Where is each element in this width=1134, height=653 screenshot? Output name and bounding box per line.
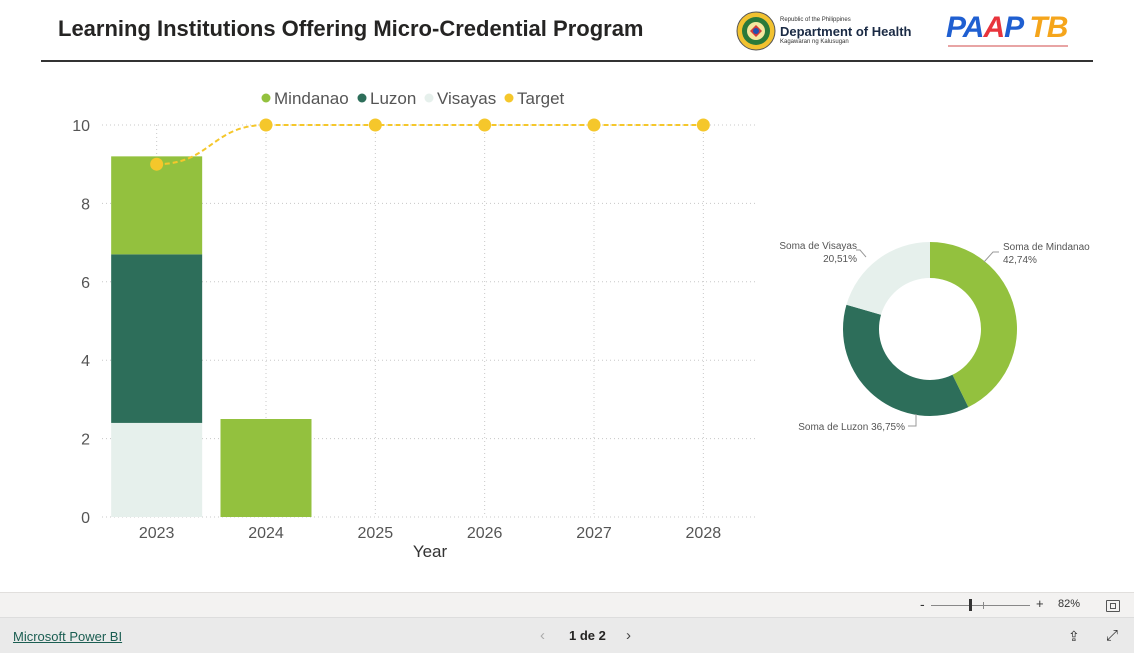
y-tick-label: 10 [72,118,90,135]
donut-label-luzon: Soma de Luzon 36,75% [798,422,905,433]
zoom-out-button[interactable]: - [920,596,925,612]
zoom-slider-thumb[interactable] [969,599,972,611]
chevron-left-icon[interactable]: ‹ [540,627,545,644]
powerbi-footer: Microsoft Power BI ‹ 1 de 2 › ⇪ ⤢ [0,617,1134,653]
legend-marker-luzon [357,93,367,103]
donut-label-visayas: Soma de Visayas [780,241,857,252]
legend-label-luzon: Luzon [370,89,416,108]
doh-country-text: Republic of the Philippines [780,17,851,23]
target-point [696,118,710,132]
target-point [368,118,382,132]
y-tick-label: 4 [81,353,90,370]
zoom-value: 82% [1058,598,1081,610]
doh-logo: Republic of the Philippines Department o… [736,11,928,53]
bar-visayas [111,422,203,517]
target-point [150,157,164,171]
x-tick-label: 2026 [467,525,503,542]
x-tick-label: 2023 [139,525,175,542]
chevron-right-icon[interactable]: › [626,627,631,644]
paap-tb-logo: PAAP TB [946,11,1070,51]
leader-line-mindanao [983,251,999,263]
x-tick-label: 2025 [358,525,394,542]
share-icon[interactable]: ⇪ [1068,628,1080,645]
target-point [259,118,273,132]
y-tick-label: 8 [81,196,90,213]
y-tick-label: 0 [81,510,90,527]
x-tick-label: 2027 [576,525,612,542]
doh-seal-icon [736,11,776,51]
zoom-slider-tick [983,602,984,609]
expand-icon[interactable]: ⤢ [1106,627,1118,644]
report-header: Learning Institutions Offering Micro-Cre… [0,0,1134,62]
paap-tb-wordmark: PAAP TB [946,11,1068,44]
legend-marker-mindanao [261,93,271,103]
x-tick-label: 2024 [248,525,284,542]
donut-slice-visayas [846,242,930,315]
page-title: Learning Institutions Offering Micro-Cre… [58,16,644,41]
paap-tagline-line [948,45,1068,47]
legend-label-visayas: Visayas [437,89,496,108]
bar-mindanao [220,419,312,517]
zoom-bar: - + 82% [0,592,1134,618]
legend-marker-target [504,93,514,103]
target-point [478,118,492,132]
y-tick-label: 2 [81,432,90,449]
legend-marker-visayas [424,93,434,103]
donut-pct-mindanao: 42,74% [1003,255,1037,266]
fit-to-page-icon[interactable] [1106,600,1120,612]
donut-chart: Soma de Mindanao 42,74% Soma de Visayas 20,… [780,241,1090,433]
donut-slice-luzon [843,304,969,417]
target-line [156,123,704,166]
leader-line-visayas [856,249,867,258]
doh-wordmark: Republic of the Philippines Department o… [780,17,911,46]
zoom-in-button[interactable]: + [1036,596,1044,611]
zoom-slider-track[interactable] [931,605,1030,606]
bar-mindanao [111,156,203,255]
x-axis-title: Year [413,542,448,561]
page-indicator: 1 de 2 [569,628,606,643]
donut-label-mindanao: Soma de Mindanao [1003,242,1090,253]
doh-subtitle-text: Kagawaran ng Kalusugan [780,39,849,45]
bar-luzon [111,254,203,423]
legend-label-target: Target [517,89,565,108]
x-tick-label: 2028 [686,525,722,542]
donut-pct-visayas: 20,51% [823,254,857,265]
leader-line-luzon [908,414,917,427]
y-tick-label: 6 [81,275,90,292]
powerbi-link[interactable]: Microsoft Power BI [13,629,122,644]
doh-name-text: Department of Health [780,24,912,39]
stacked-bar-chart: 0 2 4 6 8 10 2023 2024 2025 2026 2027 2028 Year Minda… [72,89,758,561]
legend-label-mindanao: Mindanao [274,89,349,108]
target-point [587,118,601,132]
